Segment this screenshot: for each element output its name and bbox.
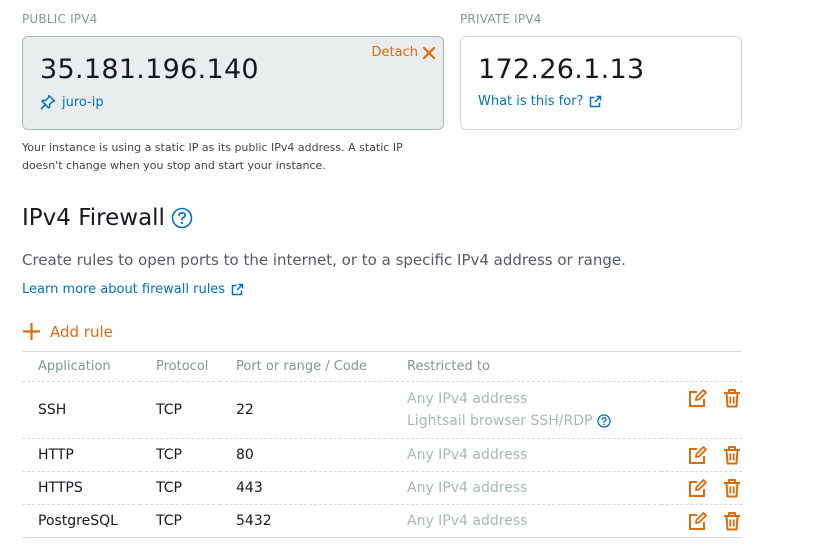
firewall-description: Create rules to open ports to the intern… [22,251,626,269]
trash-icon[interactable] [722,388,742,408]
rule-extra-text: Lightsail browser SSH/RDP [407,413,593,429]
rule-protocol: TCP [140,381,220,439]
help-icon[interactable] [171,207,193,229]
column-header-restricted: Restricted to [391,351,661,382]
public-ipv4-heading: PUBLIC IPV4 [22,12,98,26]
rule-actions [661,471,742,505]
edit-icon[interactable] [688,388,708,408]
detach-button[interactable]: Detach [372,45,435,60]
table-header-row: Application Protocol Port or range / Cod… [22,351,742,382]
rule-application: PostgreSQL [22,504,140,538]
table-row: PostgreSQL TCP 5432 Any IPv4 address [22,504,742,538]
rule-port: 22 [220,381,391,439]
firewall-title-text: IPv4 Firewall [22,205,165,231]
rule-application: SSH [22,381,140,439]
static-ip-note: Your instance is using a static IP as it… [22,141,403,172]
column-header-actions [661,351,742,382]
public-ipv4-card: 35.181.196.140 Detach juro-ip [22,36,444,130]
table-row: SSH TCP 22 Any IPv4 address Lightsail br… [22,381,742,439]
learn-more-link[interactable]: Learn more about firewall rules [22,282,225,297]
column-header-application: Application [22,351,140,382]
rule-actions [661,504,742,538]
rule-application: HTTPS [22,471,140,505]
external-link-icon [231,283,244,296]
add-rule-label: Add rule [50,322,113,341]
detach-label: Detach [371,45,418,60]
what-is-this-link[interactable]: What is this for? [478,94,583,109]
private-ipv4-heading: PRIVATE IPV4 [460,12,542,26]
rule-protocol: TCP [140,504,220,538]
plus-icon [23,323,40,340]
table-row: HTTP TCP 80 Any IPv4 address [22,438,742,472]
rule-actions [661,381,742,439]
private-ip-address: 172.26.1.13 [478,54,645,85]
public-ip-address: 35.181.196.140 [40,54,259,85]
rule-protocol: TCP [140,438,220,472]
column-header-port: Port or range / Code [220,351,391,382]
close-icon [423,46,435,59]
rule-actions [661,438,742,472]
table-row: HTTPS TCP 443 Any IPv4 address [22,471,742,505]
private-ipv4-card: 172.26.1.13 What is this for? [460,36,742,130]
rule-restricted: Any IPv4 address [391,471,661,505]
trash-icon[interactable] [722,445,742,465]
edit-icon[interactable] [688,478,708,498]
column-header-protocol: Protocol [140,351,220,382]
rule-restricted: Any IPv4 address Lightsail browser SSH/R… [391,381,661,439]
rule-protocol: TCP [140,471,220,505]
static-ip-link[interactable]: juro-ip [62,95,104,110]
rule-restricted: Any IPv4 address [391,438,661,472]
rule-port: 80 [220,438,391,472]
rule-restricted-text: Any IPv4 address [407,391,528,407]
external-link-icon [590,95,602,108]
rule-restricted: Any IPv4 address [391,504,661,538]
rule-application: HTTP [22,438,140,472]
firewall-rules-table: Application Protocol Port or range / Cod… [22,351,742,538]
edit-icon[interactable] [688,511,708,531]
add-rule-button[interactable]: Add rule [22,322,113,341]
trash-icon[interactable] [722,478,742,498]
firewall-title: IPv4 Firewall [22,205,193,231]
edit-icon[interactable] [688,445,708,465]
rule-port: 443 [220,471,391,505]
pin-icon [40,94,56,110]
rule-port: 5432 [220,504,391,538]
trash-icon[interactable] [722,511,742,531]
help-icon[interactable] [597,414,612,428]
